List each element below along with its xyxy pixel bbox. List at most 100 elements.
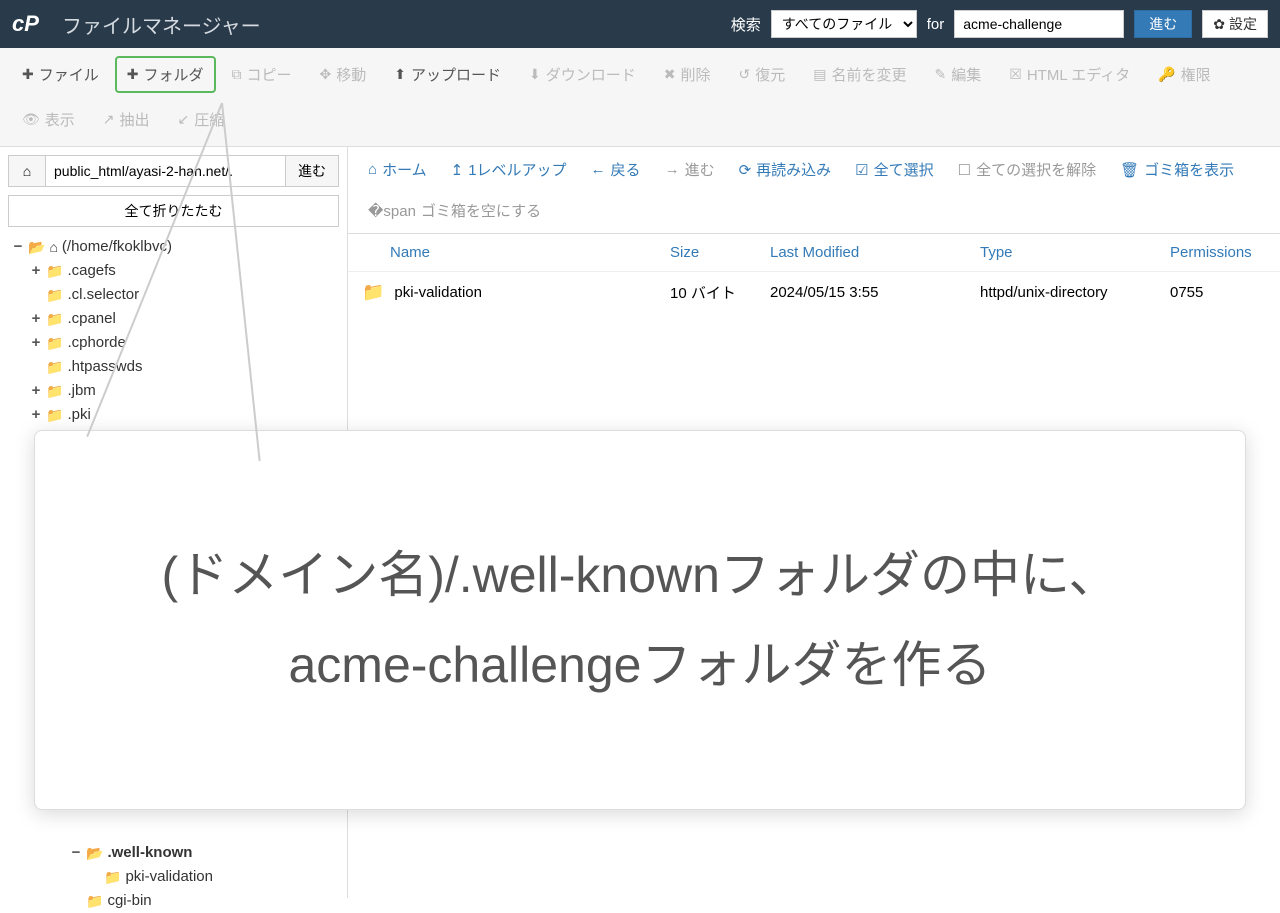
search-input[interactable]: [954, 10, 1124, 38]
reload-action-label: 再読み込み: [756, 159, 831, 180]
view-label: 表示: [45, 109, 75, 130]
rename-icon: ▤: [813, 66, 826, 83]
folder-icon: 📁: [46, 356, 63, 378]
download-button[interactable]: ⬇ダウンロード: [517, 56, 648, 93]
folder-icon: 📁: [362, 282, 384, 303]
tree-item-label[interactable]: .cpanel: [67, 307, 115, 331]
folder-label: フォルダ: [143, 64, 203, 85]
for-label: for: [927, 16, 945, 33]
folder-open-icon: 📂: [86, 842, 103, 864]
table-row[interactable]: 📁 pki-validation 10 バイト 2024/05/15 3:55 …: [348, 272, 1280, 313]
row-size: 10 バイト: [670, 282, 770, 303]
compress-label: 圧縮: [194, 109, 224, 130]
tree-item-label[interactable]: .cphorde: [67, 331, 125, 355]
tree-item-label[interactable]: cgi-bin: [107, 889, 151, 913]
folder-icon: 📁: [46, 284, 63, 306]
gear-icon: ✿: [1213, 16, 1225, 33]
tree-item[interactable]: +📁.cagefs: [30, 259, 339, 283]
folder-icon: 📁: [46, 260, 63, 282]
tree-item-label[interactable]: .well-known: [107, 841, 192, 865]
search-label: 検索: [731, 14, 761, 35]
delete-button[interactable]: ✖削除: [652, 56, 723, 93]
col-type-header[interactable]: Type: [980, 244, 1170, 261]
up-action-label: 1レベルアップ: [468, 159, 566, 180]
forward-action-label: 進む: [685, 159, 715, 180]
home-button[interactable]: ⌂: [8, 155, 46, 187]
tree-item[interactable]: +📁.pki: [30, 403, 339, 427]
tree-item-label[interactable]: .cl.selector: [67, 283, 139, 307]
expander-icon[interactable]: +: [30, 259, 42, 283]
row-date: 2024/05/15 3:55: [770, 284, 980, 301]
app-title: ファイルマネージャー: [62, 10, 261, 39]
selectall-action[interactable]: ☑全て選択: [845, 155, 943, 184]
folder-icon: 📁: [46, 308, 63, 330]
home-icon: ⌂: [368, 161, 377, 178]
uncheck-icon: ☐: [958, 161, 971, 179]
tree-item-pki[interactable]: 📁pki-validation: [88, 865, 339, 889]
back-icon: ←: [591, 161, 606, 178]
search-scope-select[interactable]: すべてのファイル: [771, 10, 917, 38]
back-action[interactable]: ←戻る: [581, 155, 651, 184]
delete-label: 削除: [681, 64, 711, 85]
expander-icon[interactable]: +: [30, 307, 42, 331]
col-name-header[interactable]: Name: [362, 244, 670, 261]
col-perm-header[interactable]: Permissions: [1170, 244, 1266, 261]
tree-item[interactable]: 📁.htpasswds: [30, 355, 339, 379]
path-input[interactable]: [46, 155, 285, 187]
copy-button[interactable]: ⧉コピー: [220, 56, 304, 93]
tree-item-wellknown[interactable]: −📂.well-known: [70, 841, 339, 865]
tree-item-label[interactable]: .jbm: [67, 379, 95, 403]
extract-button[interactable]: ↗抽出: [91, 101, 162, 138]
home-action[interactable]: ⌂ホーム: [358, 155, 437, 184]
permissions-button[interactable]: 🔑権限: [1146, 56, 1222, 93]
file-label: ファイル: [39, 64, 99, 85]
tree-item-label[interactable]: .cagefs: [67, 259, 115, 283]
topbar: cP ファイルマネージャー 検索 すべてのファイル for 進む ✿ 設定: [0, 0, 1280, 48]
tree-item-cgi[interactable]: 📁cgi-bin: [70, 889, 339, 913]
restore-button[interactable]: ↺復元: [727, 56, 798, 93]
col-size-header[interactable]: Size: [670, 244, 770, 261]
tree-item[interactable]: +📁.cphorde: [30, 331, 339, 355]
tree-item[interactable]: +📁.jbm: [30, 379, 339, 403]
tree-item-label[interactable]: pki-validation: [125, 865, 213, 889]
deselect-action-label: 全ての選択を解除: [976, 159, 1096, 180]
tree-root[interactable]: − 📂 ⌂ (/home/fkoklbvc): [12, 235, 339, 259]
forward-icon: →: [665, 161, 680, 178]
tree-item[interactable]: 📁.cl.selector: [30, 283, 339, 307]
reload-action[interactable]: ⟳再読み込み: [729, 155, 842, 184]
expander-icon[interactable]: +: [30, 379, 42, 403]
search-go-button[interactable]: 進む: [1134, 10, 1192, 38]
folder-icon: 📁: [46, 404, 63, 426]
deselect-action[interactable]: ☐ 全ての選択を解除: [948, 155, 1106, 184]
upload-button[interactable]: ⬆アップロード: [382, 56, 513, 93]
expander-icon[interactable]: +: [30, 331, 42, 355]
forward-action[interactable]: → 進む: [655, 155, 725, 184]
emptytrash-action[interactable]: �spanゴミ箱を空にする: [358, 196, 551, 225]
emptytrash-action-label: ゴミ箱を空にする: [421, 200, 541, 221]
restore-label: 復元: [755, 64, 785, 85]
edit-button[interactable]: ✎編集: [923, 56, 994, 93]
up-action[interactable]: ↥1レベルアップ: [441, 155, 577, 184]
tree-item-label[interactable]: .htpasswds: [67, 355, 142, 379]
extract-label: 抽出: [120, 109, 150, 130]
col-date-header[interactable]: Last Modified: [770, 244, 980, 261]
expander-icon[interactable]: −: [12, 235, 24, 259]
settings-button[interactable]: ✿ 設定: [1202, 10, 1268, 38]
tree-item-label[interactable]: .pki: [67, 403, 90, 427]
callout-line2: acme-challengeフォルダを作る: [289, 637, 992, 693]
move-button[interactable]: ✥移動: [308, 56, 379, 93]
htmleditor-button[interactable]: ☒HTML エディタ: [997, 56, 1142, 93]
file-button[interactable]: ✚ファイル: [10, 56, 111, 93]
expander-icon[interactable]: +: [30, 403, 42, 427]
action-bar: ⌂ホーム ↥1レベルアップ ←戻る → 進む ⟳再読み込み ☑全て選択 ☐ 全ての選…: [348, 147, 1280, 234]
view-button[interactable]: 👁表示: [10, 101, 87, 138]
viewtrash-action[interactable]: 🗑ゴミ箱を表示: [1110, 155, 1244, 184]
download-icon: ⬇: [529, 66, 541, 83]
tree-item[interactable]: +📁.cpanel: [30, 307, 339, 331]
rename-button[interactable]: ▤名前を変更: [801, 56, 918, 93]
tree-root-label[interactable]: (/home/fkoklbvc): [62, 235, 172, 259]
folder-button[interactable]: ✚フォルダ: [115, 56, 216, 93]
path-go-button[interactable]: 進む: [285, 155, 339, 187]
expander-icon[interactable]: −: [70, 841, 82, 865]
callout-text: (ドメイン名)/.well-knownフォルダの中に、 acme-challen…: [162, 530, 1119, 710]
